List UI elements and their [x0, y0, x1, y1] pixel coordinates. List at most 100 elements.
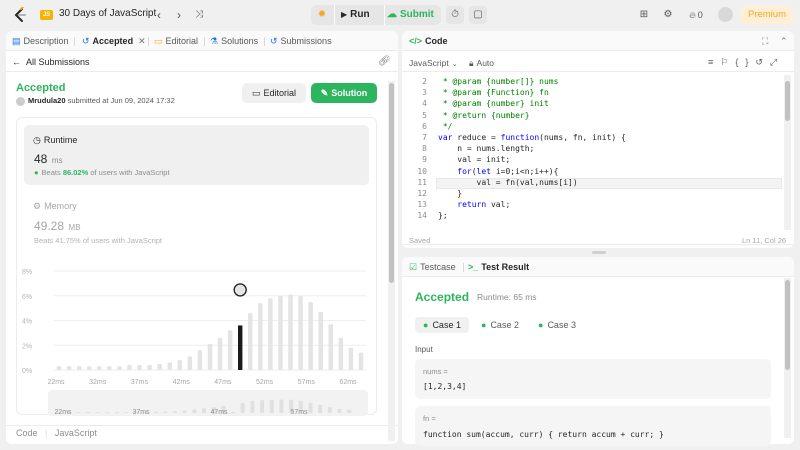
code-line[interactable]: * @param {number} init [438, 99, 549, 108]
case-tab-3[interactable]: ● Case 3 [530, 317, 584, 333]
resize-handle[interactable] [592, 251, 606, 254]
overview-bar [327, 407, 332, 413]
tab-solutions[interactable]: ⚗ Solutions [210, 31, 258, 51]
case-tab-2[interactable]: ● Case 2 [473, 317, 527, 333]
memory-title[interactable]: ⚙ Memory [33, 201, 77, 212]
overview-bar [269, 399, 274, 413]
distribution-bar [167, 362, 172, 370]
layout-grid-icon[interactable]: ⊞ [636, 6, 652, 24]
memory-beats: Beats 41.75% of users with JavaScript [34, 236, 163, 245]
description-icon: ▤ [12, 36, 21, 46]
overview-bar [337, 409, 342, 413]
leetcode-logo[interactable] [12, 7, 28, 23]
collapse-icon[interactable]: ⌃ [780, 31, 788, 51]
braces-icon[interactable]: {} [735, 57, 755, 67]
code-line[interactable]: return val; [438, 200, 510, 209]
language-select[interactable]: JavaScript ⌄ [409, 58, 458, 68]
runtime-distribution-chart[interactable]: 8% 6% 4% 2% 0% 22ms 32ms 37ms 42ms 47ms 52ms 57ms 62… [20, 256, 372, 416]
distribution-bar [227, 330, 233, 370]
line-number: 9 [422, 155, 427, 165]
fn-label: fn = [423, 414, 436, 423]
code-line[interactable]: var reduce = function(nums, fn, init) { [438, 133, 626, 142]
tab-description[interactable]: ▤ Description [12, 31, 69, 51]
next-problem-icon[interactable]: › [171, 6, 187, 24]
distribution-bar [308, 301, 313, 370]
run-button[interactable]: ▶ Run [337, 5, 383, 25]
format-icon[interactable]: ≡ [708, 57, 720, 67]
tab-submissions[interactable]: ↺ Submissions [270, 31, 332, 51]
code-line[interactable]: */ [438, 122, 453, 131]
bookmark-icon[interactable]: ⚐ [720, 57, 735, 67]
code-line[interactable]: val = fn(val,nums[i]) [438, 178, 578, 187]
distribution-bar [328, 324, 334, 370]
distribution-bar [338, 337, 344, 370]
editorial-button[interactable]: ▭ Editorial [242, 83, 306, 103]
runtime-beats: ● Beats 86.02% of users with JavaScript [34, 168, 170, 177]
tab-testcase[interactable]: ☑ Testcase [409, 257, 456, 277]
overview-tick-label: 47ms [210, 409, 228, 416]
result-status: Accepted [415, 290, 470, 304]
code-line[interactable]: * @param {Function} fn [438, 88, 549, 97]
tab-code[interactable]: </> Code [409, 31, 448, 51]
divider [6, 425, 398, 426]
distribution-bar [107, 366, 112, 370]
shuffle-icon[interactable]: ⤨ [191, 6, 207, 24]
overview-bar [114, 412, 119, 413]
memory-value: 49.28 MB [34, 219, 81, 233]
auto-mode-toggle[interactable]: 🔒︎ Auto [469, 58, 494, 69]
distribution-bar [66, 366, 72, 370]
streak-counter[interactable]: 🔥︎ 0 [684, 6, 708, 24]
runtime-value: 48 ms [34, 152, 63, 166]
overview-bar [231, 412, 236, 413]
code-line[interactable]: val = init; [438, 155, 510, 164]
settings-gear-icon[interactable]: ⚙ [660, 6, 676, 24]
submit-button[interactable]: ☁ Submit [387, 5, 441, 25]
code-line[interactable]: n = nums.length; [438, 144, 534, 153]
premium-button[interactable]: Premium [741, 6, 793, 24]
cloud-upload-icon: ☁ [387, 9, 397, 20]
user-avatar[interactable] [718, 7, 733, 22]
line-number: 2 [422, 77, 427, 86]
nums-input-box [415, 359, 771, 399]
edit-icon: ✎ [320, 88, 329, 98]
line-number: 3 [422, 88, 427, 98]
overview-bar [105, 412, 110, 413]
timer-icon[interactable]: ⏱ [446, 6, 464, 24]
case-tab-1[interactable]: ● Case 1 [415, 317, 469, 333]
your-runtime-bar [237, 325, 243, 370]
history-icon: ↺ [82, 36, 90, 46]
distribution-bar [207, 344, 213, 370]
result-scrollbar-thumb[interactable] [785, 280, 790, 370]
debug-icon[interactable]: ✹ [311, 5, 333, 25]
tab-editorial[interactable]: ▭ Editorial [154, 31, 198, 51]
distribution-bar [288, 294, 293, 370]
back-to-submissions[interactable]: ← All Submissions [12, 57, 90, 67]
study-plan-title[interactable]: 30 Days of JavaScript [59, 8, 156, 19]
notes-icon[interactable]: ▢ [469, 6, 487, 24]
tab-test-result[interactable]: >_ Test Result [468, 257, 529, 277]
tab-accepted[interactable]: ↺ Accepted ✕ [82, 31, 146, 51]
code-line[interactable]: } [438, 189, 462, 198]
scrollbar-thumb[interactable] [389, 83, 394, 283]
overview-bar [76, 412, 81, 413]
fn-value: function sum(accum, curr) { return accum… [423, 430, 664, 439]
code-line[interactable]: * @param {number[]} nums [438, 77, 559, 86]
memory-chip-icon: ⚙ [33, 201, 42, 211]
reset-icon[interactable]: ↺ [755, 57, 770, 67]
user-avatar-icon [16, 96, 25, 106]
code-line[interactable]: }; [438, 211, 448, 220]
solution-button[interactable]: ✎ Solution [311, 83, 377, 103]
overview-bar [250, 401, 255, 413]
code-scrollbar-thumb[interactable] [785, 81, 790, 121]
share-link-icon[interactable]: 🔗︎ [378, 56, 391, 67]
code-line[interactable]: for(let i=0;i<n;i++){ [438, 167, 558, 176]
tab-separator [204, 37, 205, 46]
close-tab-icon[interactable]: ✕ [138, 36, 146, 46]
x-tick-label: 22ms [47, 379, 65, 386]
prev-problem-icon[interactable]: ‹ [151, 6, 167, 24]
expand-icon[interactable]: ⤢ [770, 57, 784, 67]
maximize-icon[interactable]: ⛶ [762, 31, 768, 51]
distribution-bar [268, 298, 273, 370]
code-line[interactable]: * @return {number} [438, 111, 530, 120]
history-icon: ↺ [270, 36, 278, 46]
